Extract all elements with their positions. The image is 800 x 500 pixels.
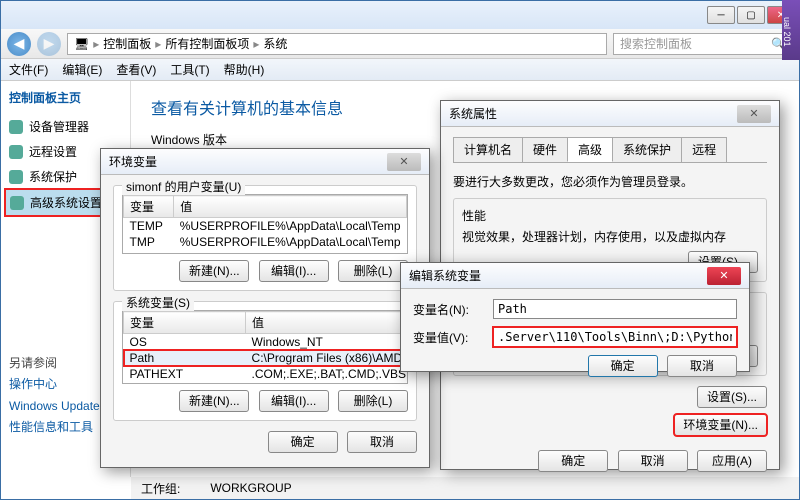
dialog-title: 系统属性 xyxy=(449,105,497,122)
titlebar: ─ ▢ ✕ xyxy=(1,1,799,29)
tab-advanced[interactable]: 高级 xyxy=(567,137,613,162)
user-vars-table[interactable]: 变量值 TEMP%USERPROFILE%\AppData\Local\Temp… xyxy=(122,194,408,254)
tab-remote[interactable]: 远程 xyxy=(681,137,727,162)
tab-computer-name[interactable]: 计算机名 xyxy=(453,137,523,162)
sys-edit-button[interactable]: 编辑(I)... xyxy=(259,390,329,412)
startup-settings-button[interactable]: 设置(S)... xyxy=(697,386,767,408)
table-row[interactable]: PROCESSOR_AR...AMD64 xyxy=(124,382,409,384)
shield-icon xyxy=(9,120,23,134)
menubar: 文件(F) 编辑(E) 查看(V) 工具(T) 帮助(H) xyxy=(1,59,799,81)
sys-new-button[interactable]: 新建(N)... xyxy=(179,390,249,412)
sidebar-item-label: 设备管理器 xyxy=(29,118,89,135)
perf-desc: 视觉效果，处理器计划，内存使用，以及虚拟内存 xyxy=(462,228,758,245)
forward-button[interactable]: ▶ xyxy=(37,32,61,56)
sidebar-item-label: 远程设置 xyxy=(29,143,77,160)
breadcrumb[interactable]: 🖥 ▸ 控制面板 ▸ 所有控制面板项 ▸ 系统 xyxy=(67,33,607,55)
link-performance[interactable]: 性能信息和工具 xyxy=(9,417,100,439)
menu-edit[interactable]: 编辑(E) xyxy=(62,61,102,78)
sidebar-heading[interactable]: 控制面板主页 xyxy=(5,89,126,106)
link-windows-update[interactable]: Windows Update xyxy=(9,396,100,418)
menu-tools[interactable]: 工具(T) xyxy=(170,61,209,78)
col-var[interactable]: 变量 xyxy=(124,196,174,218)
env-vars-dialog: 环境变量 ✕ simonf 的用户变量(U) 变量值 TEMP%USERPROF… xyxy=(100,148,430,468)
table-row[interactable]: TMP%USERPROFILE%\AppData\Local\Temp xyxy=(124,234,407,250)
vs-window-edge: ual 201 xyxy=(782,0,800,60)
shield-icon xyxy=(10,196,24,210)
var-name-label: 变量名(N): xyxy=(413,301,483,318)
table-row[interactable]: PATHEXT.COM;.EXE;.BAT;.CMD;.VBS;.VBE;... xyxy=(124,366,409,382)
col-val[interactable]: 值 xyxy=(246,312,408,334)
shield-icon xyxy=(9,145,23,159)
link-action-center[interactable]: 操作中心 xyxy=(9,374,100,396)
var-name-input[interactable] xyxy=(493,299,737,319)
see-also: 另请参阅 操作中心 Windows Update 性能信息和工具 xyxy=(9,353,100,439)
menu-view[interactable]: 查看(V) xyxy=(116,61,156,78)
var-value-label: 变量值(V): xyxy=(413,329,483,346)
dialog-titlebar[interactable]: 编辑系统变量 ✕ xyxy=(401,263,749,289)
dialog-title: 环境变量 xyxy=(109,153,157,170)
user-edit-button[interactable]: 编辑(I)... xyxy=(259,260,329,282)
user-new-button[interactable]: 新建(N)... xyxy=(179,260,249,282)
shield-icon xyxy=(9,170,23,184)
sidebar-item-label: 系统保护 xyxy=(29,168,77,185)
cancel-button[interactable]: 取消 xyxy=(347,431,417,453)
tabs: 计算机名 硬件 高级 系统保护 远程 xyxy=(453,137,767,163)
status-value: WORKGROUP xyxy=(210,481,291,495)
edit-var-dialog: 编辑系统变量 ✕ 变量名(N): 变量值(V): 确定 取消 xyxy=(400,262,750,372)
cancel-button[interactable]: 取消 xyxy=(667,355,737,377)
env-vars-button[interactable]: 环境变量(N)... xyxy=(674,414,767,436)
close-icon[interactable]: ✕ xyxy=(737,105,771,123)
dialog-titlebar[interactable]: 系统属性 ✕ xyxy=(441,101,779,127)
sys-delete-button[interactable]: 删除(L) xyxy=(338,390,408,412)
maximize-button[interactable]: ▢ xyxy=(737,6,765,24)
close-icon[interactable]: ✕ xyxy=(707,267,741,285)
breadcrumb-item[interactable]: 所有控制面板项 xyxy=(165,35,249,52)
search-input[interactable]: 搜索控制面板 🔍 xyxy=(613,33,793,55)
perf-heading: 性能 xyxy=(462,207,758,224)
menu-file[interactable]: 文件(F) xyxy=(9,61,48,78)
sys-vars-label: 系统变量(S) xyxy=(122,294,194,311)
ok-button[interactable]: 确定 xyxy=(588,355,658,377)
col-var[interactable]: 变量 xyxy=(124,312,246,334)
col-val[interactable]: 值 xyxy=(174,196,407,218)
user-delete-button[interactable]: 删除(L) xyxy=(338,260,408,282)
breadcrumb-item[interactable]: 控制面板 xyxy=(103,35,151,52)
user-vars-label: simonf 的用户变量(U) xyxy=(122,178,245,195)
var-value-input[interactable] xyxy=(493,327,737,347)
tab-hardware[interactable]: 硬件 xyxy=(522,137,568,162)
dialog-title: 编辑系统变量 xyxy=(409,267,481,284)
tab-protection[interactable]: 系统保护 xyxy=(612,137,682,162)
computer-icon: 🖥 xyxy=(74,37,89,51)
minimize-button[interactable]: ─ xyxy=(707,6,735,24)
sidebar-item-label: 高级系统设置 xyxy=(30,194,102,211)
sys-vars-table[interactable]: 变量值 OSWindows_NT PathC:\Program Files (x… xyxy=(122,310,408,384)
navbar: ◀ ▶ 🖥 ▸ 控制面板 ▸ 所有控制面板项 ▸ 系统 搜索控制面板 🔍 xyxy=(1,29,799,59)
table-row-path[interactable]: PathC:\Program Files (x86)\AMD APP\... xyxy=(124,350,409,366)
back-button[interactable]: ◀ xyxy=(7,32,31,56)
ok-button[interactable]: 确定 xyxy=(268,431,338,453)
admin-note: 要进行大多数更改，您必须作为管理员登录。 xyxy=(453,173,767,190)
table-row[interactable]: OSWindows_NT xyxy=(124,334,409,351)
menu-help[interactable]: 帮助(H) xyxy=(224,61,265,78)
apply-button[interactable]: 应用(A) xyxy=(697,450,767,472)
ok-button[interactable]: 确定 xyxy=(538,450,608,472)
breadcrumb-item[interactable]: 系统 xyxy=(263,35,287,52)
see-also-heading: 另请参阅 xyxy=(9,353,100,375)
cancel-button[interactable]: 取消 xyxy=(618,450,688,472)
close-icon[interactable]: ✕ xyxy=(387,153,421,171)
table-row[interactable]: TEMP%USERPROFILE%\AppData\Local\Temp xyxy=(124,218,407,235)
dialog-titlebar[interactable]: 环境变量 ✕ xyxy=(101,149,429,175)
sidebar-item-device-manager[interactable]: 设备管理器 xyxy=(5,114,126,139)
search-placeholder: 搜索控制面板 xyxy=(620,35,692,52)
status-label: 工作组: xyxy=(141,480,180,497)
